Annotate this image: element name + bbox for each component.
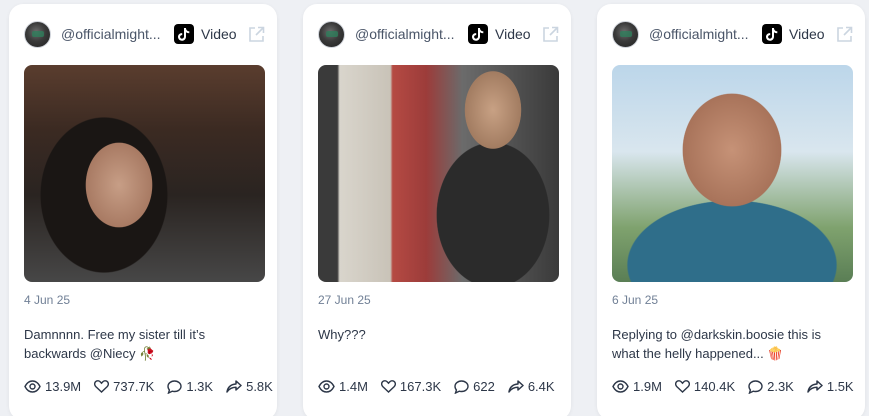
views-stat: 1.4M: [318, 379, 368, 394]
content-type-label: Video: [201, 26, 237, 42]
post-card[interactable]: @officialmight... Video 4 Jun 25 Damnnnn…: [9, 4, 277, 416]
avatar[interactable]: [24, 20, 51, 48]
account-handle[interactable]: @officialmight...: [649, 26, 752, 42]
share-icon: [508, 380, 524, 393]
external-link-icon[interactable]: [541, 25, 559, 43]
views-count: 13.9M: [45, 379, 82, 394]
views-count: 1.4M: [339, 379, 368, 394]
eye-icon: [24, 380, 41, 393]
comments-count: 2.3K: [767, 379, 794, 394]
card-header: @officialmight... Video: [24, 18, 265, 50]
post-caption: Damnnnn. Free my sister till it’s backwa…: [24, 327, 206, 361]
heart-icon: [380, 380, 396, 393]
account-handle[interactable]: @officialmight...: [61, 26, 164, 42]
content-type-label: Video: [495, 26, 531, 42]
views-stat: 13.9M: [24, 379, 81, 394]
comment-icon: [748, 379, 763, 394]
comments-stat: 2.3K: [748, 379, 794, 394]
post-caption: Replying to @darkskin.boosie this is wha…: [612, 327, 822, 361]
likes-count: 737.7K: [113, 379, 155, 394]
stats-row: 1.9M 140.4K 2.3K 1.5K: [612, 379, 854, 394]
heart-icon: [674, 380, 690, 393]
video-thumbnail[interactable]: [318, 65, 559, 282]
shares-stat: 5.8K: [226, 379, 273, 394]
comments-count: 622: [473, 379, 495, 394]
post-card[interactable]: @officialmight... Video 6 Jun 25 Replyin…: [597, 4, 865, 416]
shares-stat: 1.5K: [807, 379, 854, 394]
post-date: 4 Jun 25: [24, 293, 71, 307]
likes-stat: 737.7K: [94, 379, 154, 394]
comments-count: 1.3K: [186, 379, 214, 394]
post-card[interactable]: @officialmight... Video 27 Jun 25 Why???…: [303, 4, 571, 416]
tiktok-icon: [468, 24, 488, 44]
comments-stat: 1.3K: [167, 379, 213, 394]
tiktok-icon: [762, 24, 782, 44]
eye-icon: [318, 380, 335, 393]
likes-count: 167.3K: [399, 379, 442, 394]
heart-icon: [94, 380, 110, 393]
post-caption: Why???: [318, 327, 366, 342]
external-link-icon[interactable]: [247, 25, 265, 43]
account-handle[interactable]: @officialmight...: [355, 26, 458, 42]
content-type-label: Video: [789, 26, 825, 42]
likes-count: 140.4K: [693, 379, 736, 394]
stats-row: 13.9M 737.7K 1.3K 5.8K: [24, 379, 273, 394]
video-thumbnail[interactable]: [24, 65, 265, 282]
share-icon: [226, 380, 242, 393]
views-count: 1.9M: [633, 379, 662, 394]
likes-stat: 140.4K: [674, 379, 736, 394]
post-date: 6 Jun 25: [612, 293, 659, 307]
comment-icon: [454, 379, 469, 394]
likes-stat: 167.3K: [380, 379, 442, 394]
avatar[interactable]: [612, 20, 639, 48]
video-thumbnail[interactable]: [612, 65, 853, 282]
share-icon: [807, 380, 823, 393]
comment-icon: [167, 379, 183, 394]
shares-count: 6.4K: [527, 379, 555, 394]
views-stat: 1.9M: [612, 379, 662, 394]
external-link-icon[interactable]: [835, 25, 853, 43]
comments-stat: 622: [454, 379, 495, 394]
avatar[interactable]: [318, 20, 345, 48]
post-date: 27 Jun 25: [318, 293, 371, 307]
shares-stat: 6.4K: [508, 379, 555, 394]
tiktok-icon: [174, 24, 194, 44]
card-header: @officialmight... Video: [318, 18, 559, 50]
card-header: @officialmight... Video: [612, 18, 853, 50]
stats-row: 1.4M 167.3K 622 6.4K: [318, 379, 559, 394]
shares-count: 5.8K: [246, 379, 273, 394]
shares-count: 1.5K: [826, 379, 854, 394]
eye-icon: [612, 380, 629, 393]
